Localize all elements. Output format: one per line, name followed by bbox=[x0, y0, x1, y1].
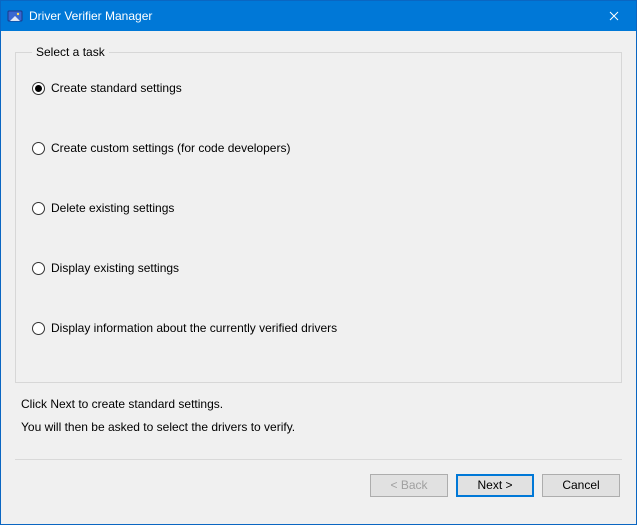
separator bbox=[15, 459, 622, 460]
hint-line-2: You will then be asked to select the dri… bbox=[21, 416, 622, 439]
groupbox-legend: Select a task bbox=[32, 45, 109, 59]
radio-delete-existing[interactable]: Delete existing settings bbox=[32, 201, 605, 215]
radio-label: Create custom settings (for code develop… bbox=[51, 141, 290, 155]
hint-text: Click Next to create standard settings. … bbox=[15, 393, 622, 439]
wizard-buttons: < Back Next > Cancel bbox=[15, 474, 622, 499]
radio-label: Display information about the currently … bbox=[51, 321, 337, 335]
radio-icon bbox=[32, 82, 45, 95]
cancel-button[interactable]: Cancel bbox=[542, 474, 620, 497]
radio-create-custom[interactable]: Create custom settings (for code develop… bbox=[32, 141, 605, 155]
window-title: Driver Verifier Manager bbox=[29, 9, 591, 23]
radio-label: Create standard settings bbox=[51, 81, 182, 95]
back-button[interactable]: < Back bbox=[370, 474, 448, 497]
close-button[interactable] bbox=[591, 1, 636, 31]
radio-icon bbox=[32, 262, 45, 275]
radio-display-existing[interactable]: Display existing settings bbox=[32, 261, 605, 275]
radio-icon bbox=[32, 202, 45, 215]
window-frame: Driver Verifier Manager Select a task Cr… bbox=[0, 0, 637, 525]
client-area: Select a task Create standard settings C… bbox=[1, 31, 636, 524]
app-icon bbox=[7, 8, 23, 24]
radio-label: Display existing settings bbox=[51, 261, 179, 275]
next-button[interactable]: Next > bbox=[456, 474, 534, 497]
radio-icon bbox=[32, 142, 45, 155]
radio-icon bbox=[32, 322, 45, 335]
radio-display-info[interactable]: Display information about the currently … bbox=[32, 321, 605, 335]
hint-line-1: Click Next to create standard settings. bbox=[21, 393, 622, 416]
radio-label: Delete existing settings bbox=[51, 201, 174, 215]
task-groupbox: Select a task Create standard settings C… bbox=[15, 45, 622, 383]
titlebar[interactable]: Driver Verifier Manager bbox=[1, 1, 636, 31]
radio-create-standard[interactable]: Create standard settings bbox=[32, 81, 605, 95]
